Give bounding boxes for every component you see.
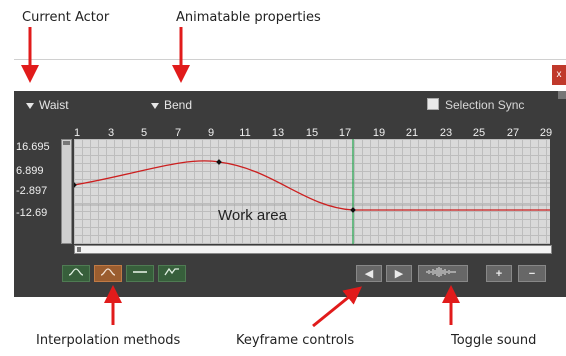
interpolation-linear-button[interactable] [158,265,186,282]
y-value-label: -12.69 [16,207,48,219]
constant-line-icon [133,271,147,273]
previous-keyframe-button[interactable]: ◀ [356,265,382,282]
close-button[interactable]: x [552,65,566,85]
actor-dropdown[interactable]: Waist [26,98,69,112]
selection-sync-checkbox[interactable] [427,98,439,110]
callout-animatable-properties: Animatable properties [176,10,321,25]
actor-dropdown-label: Waist [39,98,69,112]
smooth-curve-icon [100,268,116,276]
dropdown-arrow-icon [151,102,159,109]
frame-number: 5 [140,127,148,139]
add-keyframe-button[interactable]: + [486,265,512,282]
property-dropdown-label: Bend [164,98,193,112]
dropdown-arrow-icon [26,102,34,109]
animation-curve [74,160,550,211]
curve-graph [74,139,550,244]
frame-number: 17 [338,127,352,139]
horizontal-scroll-thumb[interactable] [77,247,81,252]
horizontal-scrollbar[interactable] [74,245,552,254]
property-dropdown[interactable]: Bend [151,98,192,112]
y-value-label: 16.695 [16,141,50,153]
frame-number: 23 [439,127,453,139]
plus-icon: + [495,268,503,280]
frame-number: 9 [207,127,215,139]
interpolation-smooth-button[interactable] [62,265,90,282]
vertical-scrollbar[interactable] [61,139,72,244]
animation-editor-panel: Waist Bend Selection Sync 1 3 5 7 9 11 1… [14,91,566,297]
smooth-curve-icon [68,268,84,276]
callout-keyframe-controls: Keyframe controls [236,333,355,348]
frame-number: 11 [239,127,251,139]
y-value-label: 6.899 [16,165,44,177]
interpolation-smooth-selected-button[interactable] [94,265,122,282]
frame-number: 7 [174,127,182,139]
remove-keyframe-button[interactable]: − [518,265,546,282]
frame-number: 29 [539,127,553,139]
next-keyframe-button[interactable]: ▶ [386,265,412,282]
panel-corner-handle[interactable] [558,91,566,99]
interpolation-constant-button[interactable] [126,265,154,282]
minus-icon: − [528,268,536,280]
frame-number: 25 [472,127,486,139]
curve-editor-work-area[interactable]: Work area [74,139,550,244]
callout-current-actor: Current Actor [22,10,110,25]
frame-number: 1 [73,127,81,139]
selection-sync-toggle[interactable]: Selection Sync [427,98,524,112]
linear-curve-icon [164,267,179,276]
frame-number: 3 [107,127,115,139]
triangle-right-icon: ▶ [394,268,404,280]
frame-number: 15 [305,127,319,139]
triangle-left-icon: ◀ [364,268,374,280]
toggle-sound-button[interactable] [418,265,468,282]
frame-number: 27 [506,127,520,139]
frame-number: 13 [271,127,285,139]
work-area-label: Work area [218,207,287,224]
frame-number: 21 [405,127,419,139]
arrow-keyframe-controls [312,286,362,328]
vertical-scroll-thumb[interactable] [63,141,70,145]
callout-toggle-sound: Toggle sound [451,333,537,348]
callout-interpolation-methods: Interpolation methods [36,333,181,348]
y-value-label: -2.897 [16,185,48,197]
divider-line [14,59,566,60]
frame-number: 19 [372,127,386,139]
keyframe-marker[interactable] [350,207,356,213]
keyframe-marker[interactable] [216,159,222,165]
selection-sync-label: Selection Sync [445,98,525,112]
waveform-icon [426,267,456,277]
